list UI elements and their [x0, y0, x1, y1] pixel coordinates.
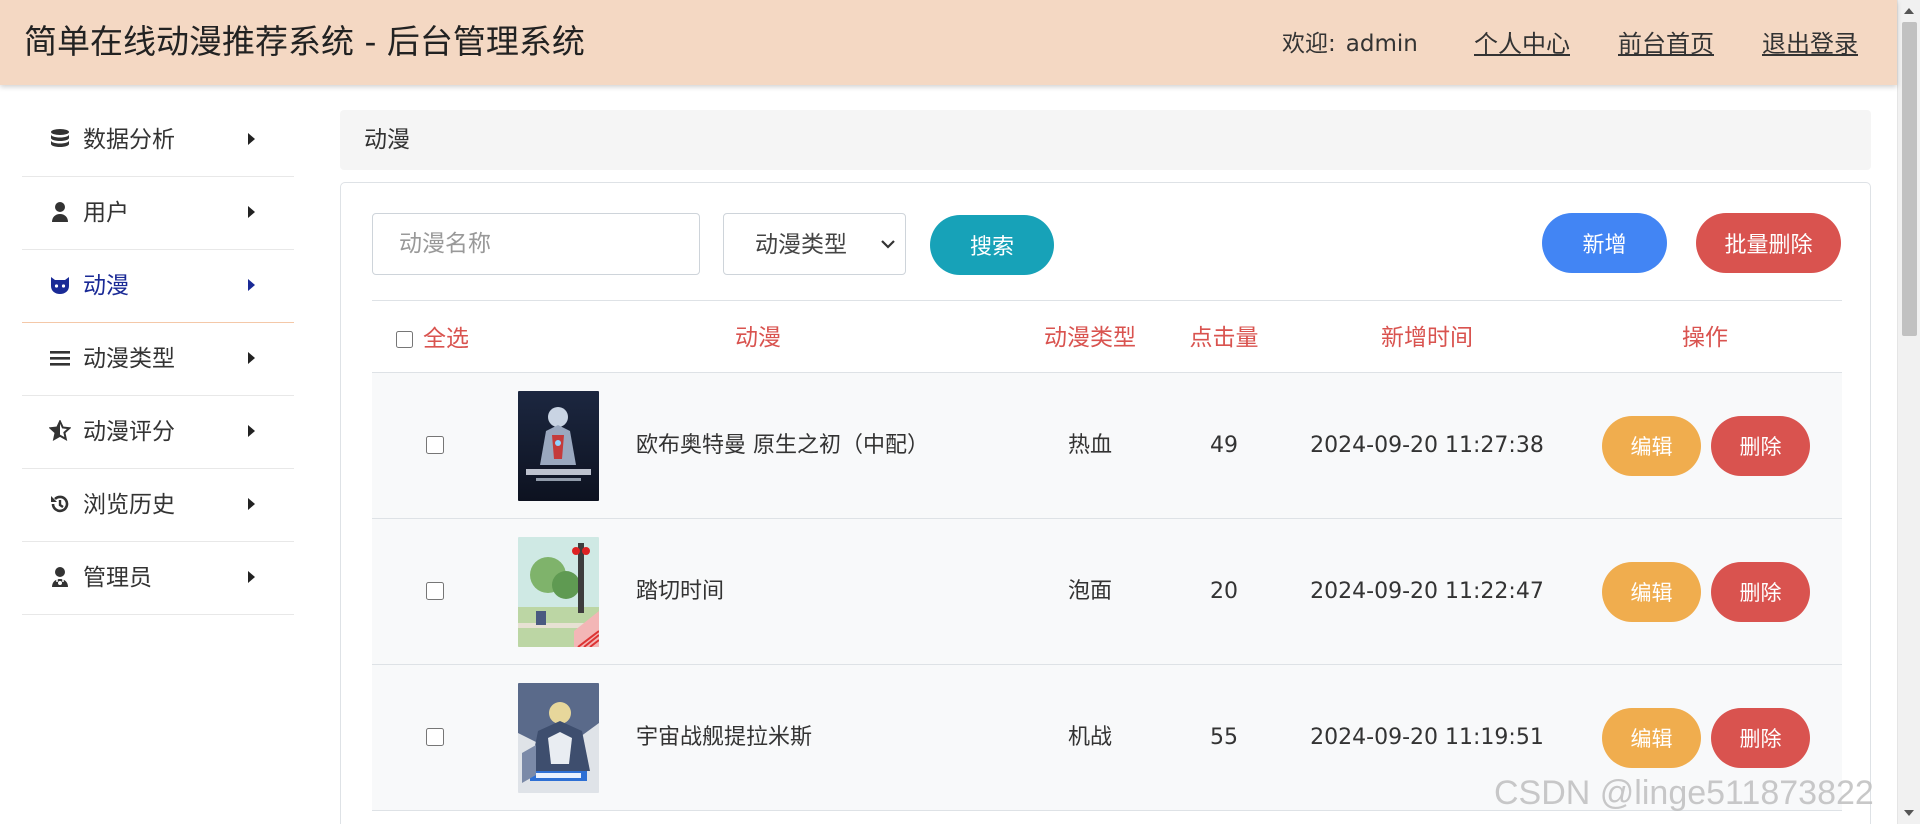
column-header-clicks: 点击量 — [1189, 325, 1259, 351]
table-header: 全选 动漫 动漫类型 点击量 新增时间 操作 — [372, 300, 1842, 373]
anime-cover-image — [518, 683, 599, 793]
github-cat-icon — [49, 274, 71, 296]
sidebar-item-label: 管理员 — [83, 565, 152, 591]
sidebar-item-anime-ratings[interactable]: 动漫评分 — [22, 396, 294, 469]
sidebar-item-label: 数据分析 — [83, 127, 175, 153]
edit-button[interactable]: 编辑 — [1602, 562, 1701, 622]
sidebar-item-label: 动漫评分 — [83, 419, 175, 445]
search-button[interactable]: 搜索 — [930, 215, 1054, 275]
table-row: 踏切时间 泡面 20 2024-09-20 11:22:47 编辑 删除 — [372, 519, 1842, 665]
anime-type-select[interactable]: 动漫类型 — [723, 213, 906, 275]
profile-link[interactable]: 个人中心 — [1474, 27, 1570, 61]
anime-name: 踏切时间 — [636, 579, 725, 604]
breadcrumb: 动漫 — [340, 110, 1871, 170]
select-all: 全选 — [396, 322, 469, 356]
anime-name: 宇宙战舰提拉米斯 — [636, 725, 813, 750]
click-count: 55 — [1210, 725, 1238, 750]
page-scrollbar[interactable] — [1897, 0, 1920, 824]
select-all-label: 全选 — [423, 326, 469, 352]
chevron-down-icon — [881, 240, 895, 249]
created-at: 2024-09-20 11:27:38 — [1310, 433, 1544, 458]
user-doctor-icon — [49, 566, 71, 588]
csdn-watermark: CSDN @linge511873822 — [1494, 774, 1874, 812]
caret-right-icon — [248, 498, 255, 510]
column-header-actions: 操作 — [1682, 325, 1728, 351]
created-at: 2024-09-20 11:19:51 — [1310, 725, 1544, 750]
sidebar-item-anime[interactable]: 动漫 — [22, 250, 294, 323]
welcome-text: 欢迎: admin — [1282, 27, 1418, 61]
logout-link[interactable]: 退出登录 — [1762, 27, 1858, 61]
anime-name-search-input[interactable] — [372, 213, 700, 275]
sidebar-item-label: 动漫类型 — [83, 346, 175, 372]
scroll-up-arrow-icon[interactable] — [1904, 8, 1914, 14]
sidebar-item-admins[interactable]: 管理员 — [22, 542, 294, 615]
anime-list-card: 动漫类型 搜索 新增 批量删除 全选 动漫 动漫类型 点击量 新增时间 操作 — [340, 182, 1871, 824]
anime-cover-image — [518, 391, 599, 501]
user-icon — [49, 201, 71, 223]
row-checkbox[interactable] — [426, 582, 444, 600]
frontend-home-link[interactable]: 前台首页 — [1618, 27, 1714, 61]
caret-right-icon — [248, 352, 255, 364]
delete-button[interactable]: 删除 — [1711, 416, 1810, 476]
batch-delete-button[interactable]: 批量删除 — [1696, 213, 1841, 273]
click-count: 20 — [1210, 579, 1238, 604]
click-count: 49 — [1210, 433, 1238, 458]
edit-button[interactable]: 编辑 — [1602, 708, 1701, 768]
sidebar-menu: 数据分析 用户 动漫 动漫类型 动漫评分 浏览历史 管理员 — [22, 104, 294, 615]
caret-right-icon — [248, 206, 255, 218]
anime-name: 欧布奥特曼 原生之初（中配） — [636, 433, 929, 458]
bars-icon — [49, 347, 71, 369]
column-header-type: 动漫类型 — [1044, 325, 1136, 351]
star-half-icon — [48, 419, 72, 442]
sidebar-item-label: 浏览历史 — [83, 492, 175, 518]
anime-type-select-value: 动漫类型 — [755, 232, 847, 258]
add-anime-button[interactable]: 新增 — [1542, 213, 1667, 273]
sidebar-item-data-analysis[interactable]: 数据分析 — [22, 104, 294, 177]
sidebar-item-anime-types[interactable]: 动漫类型 — [22, 323, 294, 396]
delete-button[interactable]: 删除 — [1711, 708, 1810, 768]
caret-right-icon — [248, 425, 255, 437]
column-header-created-at: 新增时间 — [1381, 325, 1473, 351]
top-header: 简单在线动漫推荐系统 - 后台管理系统 欢迎: admin 个人中心 前台首页 退… — [0, 0, 1897, 85]
sidebar-item-users[interactable]: 用户 — [22, 177, 294, 250]
breadcrumb-current: 动漫 — [364, 127, 410, 153]
caret-right-icon — [248, 133, 255, 145]
username: admin — [1345, 31, 1418, 57]
caret-right-icon — [248, 571, 255, 583]
anime-table: 全选 动漫 动漫类型 点击量 新增时间 操作 欧布奥特曼 原生之初（中配） 热血… — [372, 300, 1842, 811]
history-icon — [49, 493, 71, 515]
edit-button[interactable]: 编辑 — [1602, 416, 1701, 476]
created-at: 2024-09-20 11:22:47 — [1310, 579, 1544, 604]
database-icon — [49, 128, 71, 150]
sidebar-item-browse-history[interactable]: 浏览历史 — [22, 469, 294, 542]
anime-cover-image — [518, 537, 599, 647]
row-checkbox[interactable] — [426, 436, 444, 454]
table-row: 欧布奥特曼 原生之初（中配） 热血 49 2024-09-20 11:27:38… — [372, 373, 1842, 519]
column-header-anime: 动漫 — [735, 325, 781, 351]
anime-type: 泡面 — [1067, 579, 1113, 604]
scroll-down-arrow-icon[interactable] — [1904, 810, 1914, 816]
anime-type: 热血 — [1067, 433, 1113, 458]
delete-button[interactable]: 删除 — [1711, 562, 1810, 622]
sidebar-item-label: 动漫 — [83, 273, 129, 299]
welcome-label: 欢迎: — [1282, 31, 1336, 57]
select-all-checkbox[interactable] — [396, 330, 413, 348]
app-title: 简单在线动漫推荐系统 - 后台管理系统 — [24, 22, 585, 61]
scrollbar-thumb[interactable] — [1902, 22, 1917, 336]
sidebar-item-label: 用户 — [83, 200, 129, 226]
caret-right-icon — [248, 279, 255, 291]
anime-type: 机战 — [1067, 725, 1113, 750]
row-checkbox[interactable] — [426, 728, 444, 746]
